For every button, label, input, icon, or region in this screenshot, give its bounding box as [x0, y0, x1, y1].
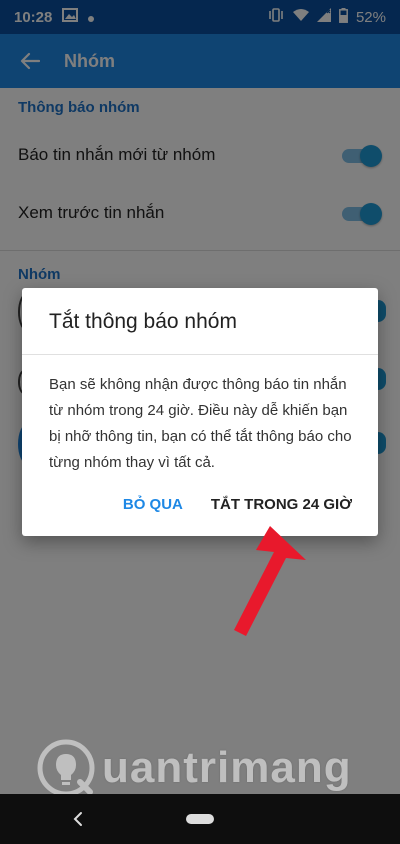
nav-back-icon[interactable] — [70, 808, 86, 830]
dialog-actions: BỎ QUA TẮT TRONG 24 GIỜ — [123, 496, 352, 513]
mute-24h-button[interactable]: TẮT TRONG 24 GIỜ — [211, 496, 352, 513]
nav-home-pill[interactable] — [186, 814, 214, 824]
system-nav-bar — [0, 794, 400, 844]
skip-button[interactable]: BỎ QUA — [123, 496, 183, 513]
watermark: uantrimang — [36, 738, 352, 798]
dialog-message: Bạn sẽ không nhận được thông báo tin nhắ… — [49, 376, 352, 471]
dialog-divider — [22, 354, 378, 355]
dialog-title: Tắt thông báo nhóm — [49, 310, 237, 333]
lightbulb-logo-icon — [37, 739, 95, 797]
mute-groups-dialog: Tắt thông báo nhóm Bạn sẽ không nhận đượ… — [22, 288, 378, 536]
phone-screen: 10:28 52% Nhó — [0, 0, 400, 844]
watermark-text: uantrimang — [102, 743, 352, 792]
